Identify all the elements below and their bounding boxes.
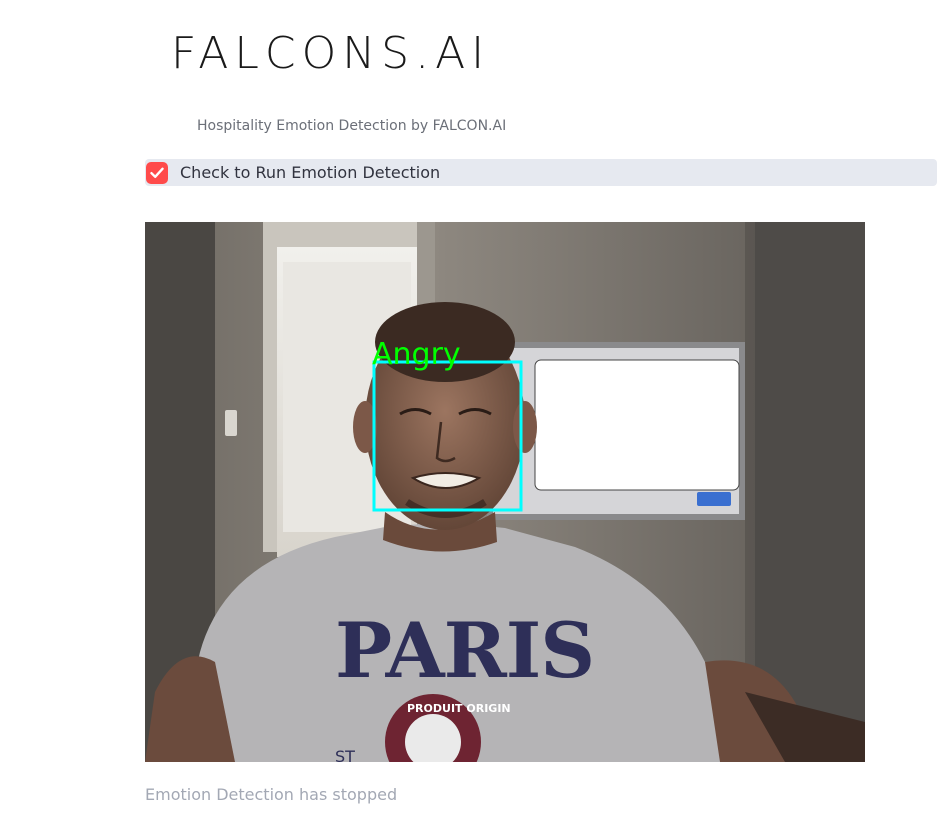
checkbox-checked-icon[interactable] xyxy=(146,161,168,184)
app-page: FALCONS.AI Hospitality Emotion Detection… xyxy=(0,0,948,819)
detection-status-message: Emotion Detection has stopped xyxy=(145,785,398,804)
app-caption: Hospitality Emotion Detection by FALCON.… xyxy=(197,118,507,134)
video-feed: PARIS PRODUIT ORIGIN ST Angry xyxy=(145,222,865,762)
emotion-label: Angry xyxy=(372,337,461,372)
svg-text:PARIS: PARIS xyxy=(335,606,594,695)
checkbox-label: Check to Run Emotion Detection xyxy=(180,163,441,182)
falcons-ai-logo: FALCONS.AI xyxy=(171,28,491,79)
webcam-frame-image: PARIS PRODUIT ORIGIN ST Angry xyxy=(145,222,865,762)
run-emotion-detection-checkbox[interactable]: Check to Run Emotion Detection xyxy=(145,159,937,186)
svg-text:PRODUIT ORIGIN: PRODUIT ORIGIN xyxy=(407,702,511,715)
svg-text:ST: ST xyxy=(335,747,355,762)
